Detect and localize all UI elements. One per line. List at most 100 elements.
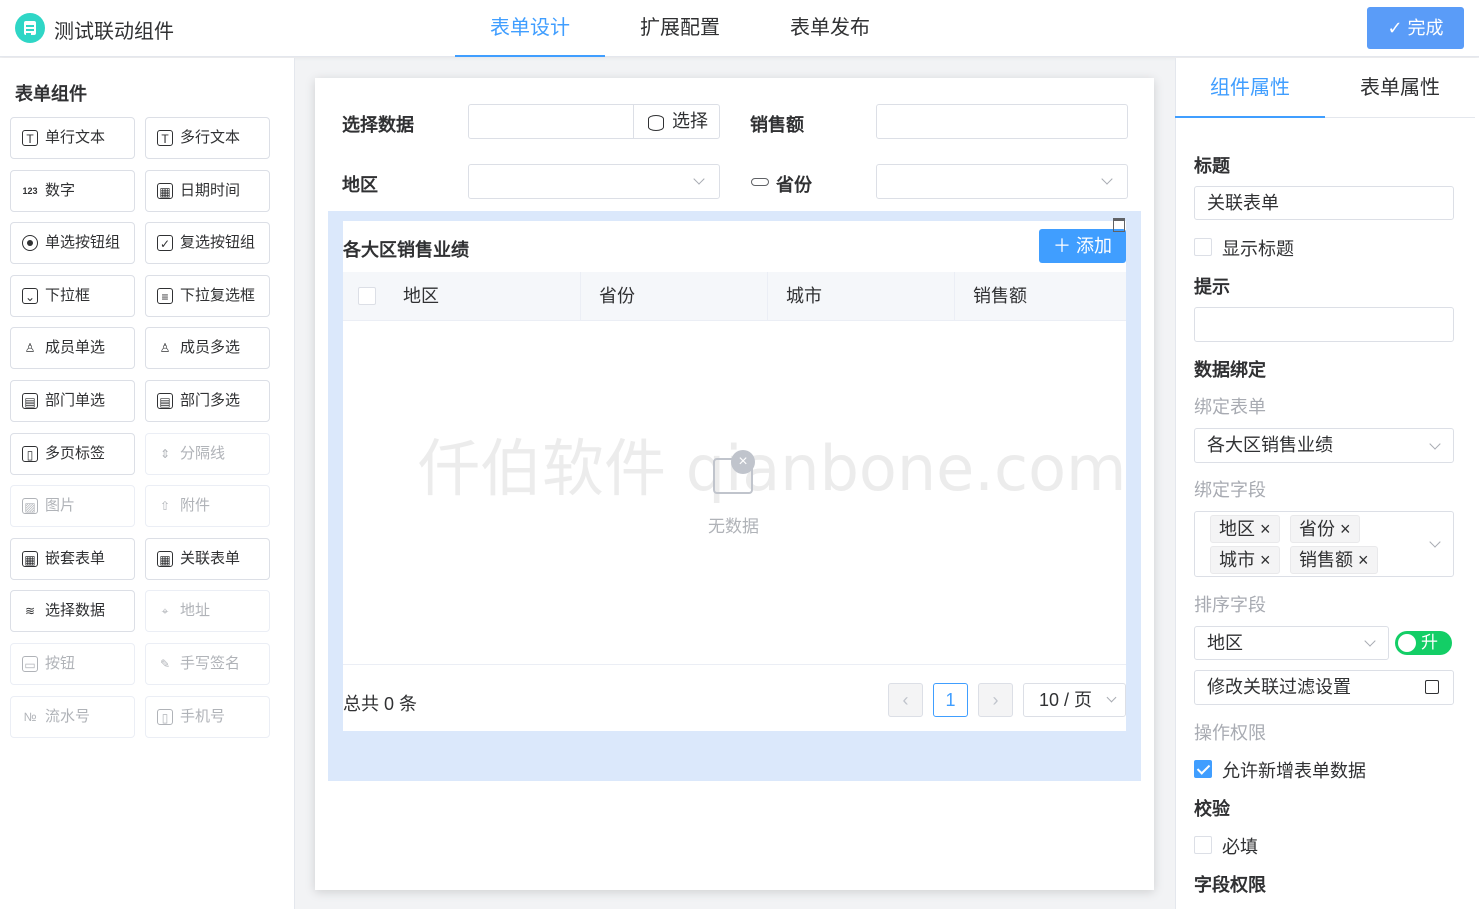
page-number[interactable]: 1 [933, 683, 968, 717]
select-all-checkbox[interactable] [358, 287, 376, 305]
region-select[interactable] [468, 164, 720, 199]
component-label: 成员多选 [180, 339, 241, 357]
subform-icon: ▦ [22, 550, 38, 567]
component-item[interactable]: ▦ 关联表单 [145, 537, 270, 580]
column-header-sales: 销售额 [973, 286, 1027, 306]
checkbox-checked[interactable] [1194, 760, 1212, 778]
component-item[interactable]: 123 数字 [10, 169, 135, 212]
select-data-button[interactable]: 选择 [633, 105, 719, 138]
sales-input[interactable] [876, 104, 1128, 139]
component-item[interactable]: T 单行文本 [10, 117, 135, 159]
tab-extension-config[interactable]: 扩展配置 [605, 0, 755, 57]
component-item[interactable]: ♙ 成员单选 [10, 327, 135, 370]
component-item[interactable]: ♙ 成员多选 [145, 327, 270, 370]
component-item[interactable]: ▭ 按钮 [10, 643, 135, 685]
component-item[interactable]: ✓ 复选按钮组 [145, 222, 270, 265]
bind-form-select[interactable]: 各大区销售业绩 [1194, 428, 1454, 463]
radio-icon [22, 235, 38, 252]
phone-icon: ▯ [157, 708, 173, 725]
text-icon: T [22, 130, 38, 146]
field-tag-province: 省份 × [1290, 515, 1360, 543]
component-item[interactable]: ▯ 手机号 [145, 695, 270, 738]
page-size-value: 10 / 页 [1038, 690, 1093, 710]
top-bar: 测试联动组件 表单设计 扩展配置 表单发布 ✓ 完成 [0, 0, 1479, 57]
component-item[interactable]: ▦ 日期时间 [145, 169, 270, 212]
component-item[interactable]: ⇧ 附件 [145, 485, 270, 528]
select-data-field[interactable]: 选择 [468, 104, 720, 139]
component-item[interactable]: ▤ 部门多选 [145, 380, 270, 422]
sort-field-value: 地区 [1207, 633, 1243, 653]
component-item[interactable]: 单选按钮组 [10, 222, 135, 265]
component-item[interactable]: ▦ 嵌套表单 [10, 537, 135, 580]
checkbox[interactable] [1194, 238, 1212, 256]
title-input[interactable]: 关联表单 [1194, 186, 1454, 220]
delete-icon[interactable] [1113, 218, 1125, 232]
component-label: 选择数据 [45, 602, 106, 620]
component-label: 地址 [180, 602, 211, 620]
add-row-button[interactable]: ＋ 添加 [1039, 229, 1126, 263]
hint-input[interactable] [1194, 307, 1454, 342]
button-icon: ▭ [22, 656, 38, 672]
component-item[interactable]: ⌄ 下拉框 [10, 274, 135, 317]
component-item[interactable]: ⌖ 地址 [145, 590, 270, 633]
component-item[interactable]: ▯ 多页标签 [10, 432, 135, 475]
hint-label: 提示 [1194, 277, 1230, 297]
component-label: 日期时间 [180, 181, 241, 199]
component-item[interactable]: ✎ 手写签名 [145, 643, 270, 685]
component-item[interactable]: ▨ 图片 [10, 485, 135, 528]
allow-add-checkbox[interactable]: 允许新增表单数据 [1194, 757, 1366, 783]
chevron-down-icon [1101, 173, 1113, 185]
component-item[interactable]: ⇕ 分隔线 [145, 432, 270, 475]
chevron-down-icon [693, 173, 705, 185]
component-label: 嵌套表单 [45, 549, 106, 567]
next-page-button[interactable]: › [978, 683, 1013, 717]
component-label: 多行文本 [180, 129, 241, 146]
component-item[interactable]: ≋ 选择数据 [10, 590, 135, 633]
component-item[interactable]: ≡ 下拉复选框 [145, 274, 270, 317]
component-label: 关联表单 [180, 549, 241, 567]
app-logo-icon [15, 13, 45, 43]
close-icon[interactable]: × [1340, 519, 1351, 539]
component-item[interactable]: T 多行文本 [145, 117, 270, 159]
tab-form-publish[interactable]: 表单发布 [755, 0, 905, 57]
component-label: 图片 [45, 497, 76, 515]
component-item[interactable]: ▤ 部门单选 [10, 380, 135, 422]
close-icon[interactable]: × [1358, 550, 1369, 570]
show-title-checkbox[interactable]: 显示标题 [1194, 235, 1294, 261]
select-data-label: 选择数据 [342, 115, 414, 135]
component-label: 分隔线 [180, 444, 226, 462]
required-label: 必填 [1222, 837, 1258, 857]
component-label: 部门多选 [180, 392, 241, 409]
component-label: 按钮 [45, 655, 76, 672]
sort-field-select[interactable]: 地区 [1194, 626, 1389, 660]
filter-settings-button[interactable]: 修改关联过滤设置 [1194, 670, 1454, 705]
close-icon[interactable]: × [1260, 519, 1271, 539]
component-item[interactable]: № 流水号 [10, 695, 135, 738]
prev-page-button[interactable]: ‹ [888, 683, 923, 717]
checkbox-icon: ✓ [157, 235, 173, 252]
multi-dropdown-icon: ≡ [157, 287, 173, 304]
component-panel-title: 表单组件 [15, 84, 87, 104]
close-circle-icon: × [731, 450, 755, 474]
checkbox[interactable] [1194, 836, 1212, 854]
chevron-down-icon [1429, 536, 1441, 548]
component-label: 单选按钮组 [45, 234, 121, 252]
component-label: 多页标签 [45, 444, 106, 462]
tab-form-design[interactable]: 表单设计 [455, 0, 605, 57]
sort-order-switch[interactable]: 升 [1395, 631, 1452, 655]
empty-text: 无数据 [708, 517, 759, 536]
dropdown-icon: ⌄ [22, 287, 38, 304]
chevron-down-icon [1429, 438, 1441, 450]
database-icon [648, 115, 664, 131]
edit-icon [1425, 680, 1439, 694]
required-checkbox[interactable]: 必填 [1194, 833, 1258, 859]
tab-form-properties[interactable]: 表单属性 [1325, 58, 1475, 118]
tab-component-properties[interactable]: 组件属性 [1175, 58, 1325, 118]
link-icon [751, 178, 769, 186]
main-tabs: 表单设计 扩展配置 表单发布 [455, 0, 905, 57]
done-button[interactable]: ✓ 完成 [1367, 7, 1464, 49]
close-icon[interactable]: × [1260, 550, 1271, 570]
bind-form-value: 各大区销售业绩 [1207, 435, 1333, 455]
page-size-select[interactable]: 10 / 页 [1023, 683, 1126, 717]
province-select[interactable] [876, 164, 1128, 199]
